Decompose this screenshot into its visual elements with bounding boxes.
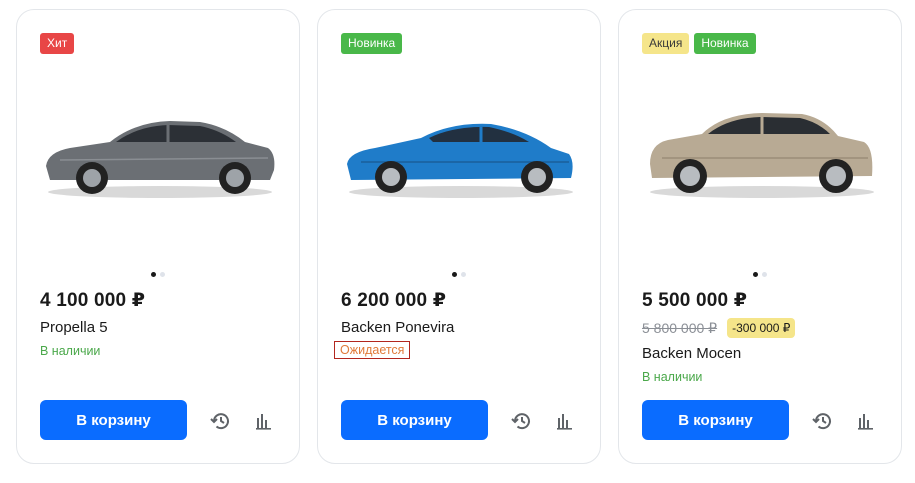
badge-list: Акция Новинка [642,33,756,54]
compare-icon[interactable] [855,410,877,432]
image-pagination[interactable] [753,272,767,277]
availability-status: Ожидается [334,341,411,359]
car-suv-image[interactable] [642,108,882,203]
image-pagination[interactable] [452,272,466,277]
add-to-cart-button[interactable]: В корзину [40,400,187,440]
history-icon[interactable] [811,410,833,432]
badge-hit: Хит [40,33,75,54]
badge-new: Новинка [694,33,756,54]
badge-new: Новинка [341,33,403,54]
product-price: 4 100 000 ₽ [40,290,146,311]
product-name[interactable]: Backen Mocen [642,345,741,362]
add-to-cart-button[interactable]: В корзину [642,400,789,440]
product-card[interactable]: Акция Новинка 5 500 000 ₽ 5 800 000 ₽ -3… [618,9,902,464]
discount-badge: -300 000 ₽ [727,318,796,338]
product-price: 5 500 000 ₽ [642,290,748,311]
product-name[interactable]: Propella 5 [40,319,108,336]
pagination-dot[interactable] [461,272,466,277]
availability-status: В наличии [642,370,703,384]
history-icon[interactable] [510,410,532,432]
add-to-cart-button[interactable]: В корзину [341,400,488,440]
old-price-row: 5 800 000 ₽ -300 000 ₽ [642,318,796,338]
pagination-dot[interactable] [160,272,165,277]
product-card[interactable]: Хит 4 100 000 ₽ Propella 5 В наличии В к… [16,9,300,464]
history-icon[interactable] [209,410,231,432]
compare-icon[interactable] [554,410,576,432]
pagination-dot-active[interactable] [151,272,156,277]
product-price: 6 200 000 ₽ [341,290,447,311]
badge-list: Новинка [341,33,403,54]
pagination-dot-active[interactable] [452,272,457,277]
product-card[interactable]: Новинка 6 200 000 ₽ Backen Ponevira Ожид… [317,9,601,464]
image-pagination[interactable] [151,272,165,277]
compare-icon[interactable] [253,410,275,432]
availability-status: В наличии [40,344,101,358]
pagination-dot[interactable] [762,272,767,277]
product-name[interactable]: Backen Ponevira [341,319,454,336]
badge-sale: Акция [642,33,690,54]
old-price: 5 800 000 ₽ [642,319,718,336]
pagination-dot-active[interactable] [753,272,758,277]
car-coupe-image[interactable] [341,108,581,203]
badge-list: Хит [40,33,75,54]
car-sedan-image[interactable] [40,108,280,203]
